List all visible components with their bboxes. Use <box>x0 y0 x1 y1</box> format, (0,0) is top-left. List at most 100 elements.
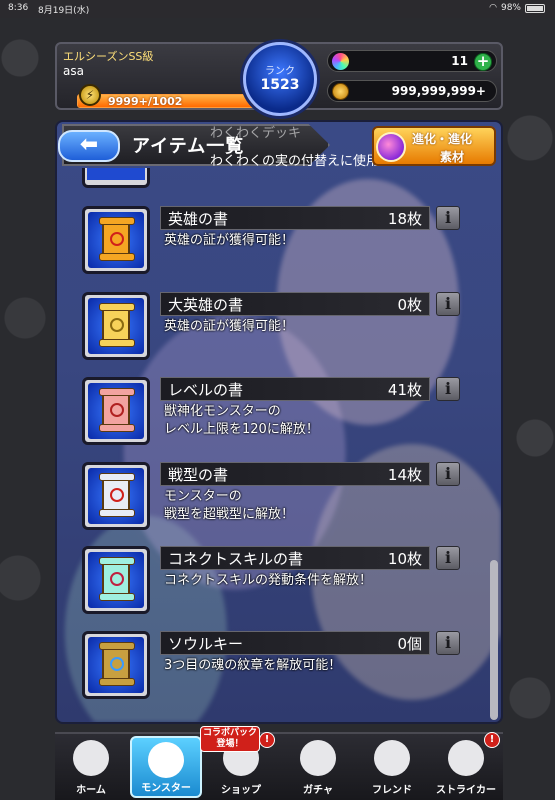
rank-value: 1523 <box>260 77 300 93</box>
orb-icon <box>332 53 349 70</box>
item-description-line: モンスターの <box>164 489 242 504</box>
nav-label: ホーム <box>76 785 106 796</box>
list-scrollbar[interactable] <box>490 560 498 720</box>
notification-badge: ! <box>259 732 275 748</box>
friend-icon <box>374 740 410 776</box>
key-icon <box>99 642 135 686</box>
item-description: 英雄の証が獲得可能！ <box>164 318 294 336</box>
item-info-button[interactable]: i <box>436 631 460 655</box>
item-count: 41枚 <box>387 381 422 399</box>
item-icon-bg <box>88 468 144 524</box>
scroll-emblem <box>110 488 124 502</box>
battery-percent: 98% <box>500 3 521 13</box>
scroll-emblem <box>110 403 124 417</box>
collab-line2: 登場！ <box>216 739 244 749</box>
item-icon-frame[interactable] <box>82 631 150 699</box>
scroll-icon <box>99 217 135 261</box>
item-info-button[interactable]: i <box>436 206 460 230</box>
nav-label: ショップ <box>221 785 261 796</box>
status-time: 8:36 <box>8 3 29 13</box>
nav-label: フレンド <box>372 785 412 796</box>
item-count: 10枚 <box>387 550 422 568</box>
scroll-icon <box>99 473 135 517</box>
item-description-line: 戦型を超戦型に解放！ <box>164 507 295 522</box>
gem-counter: 11 + <box>327 50 497 72</box>
item-icon-frame[interactable] <box>82 292 150 360</box>
home-icon <box>73 740 109 776</box>
item-icon-bg <box>88 552 144 608</box>
item-info-button[interactable]: i <box>436 462 460 486</box>
rank-label: ランク <box>265 66 295 77</box>
item-description-line: レベル上限を120に解放！ <box>164 422 319 437</box>
gold-counter: 999,999,999+ <box>327 80 497 102</box>
item-icon-bg <box>88 637 144 693</box>
item-row[interactable]: 英雄の書 18枚 英雄の証が獲得可能！ i <box>82 206 462 276</box>
stamina-text: 9999+/1002 <box>108 95 183 108</box>
nav-item-gacha[interactable]: ガチャ <box>282 736 354 798</box>
collab-pack-badge[interactable]: コラボパック 登場！ <box>200 726 260 752</box>
item-row[interactable]: ソウルキー 0個 3つ目の魂の紋章を解放可能！ i <box>82 631 462 701</box>
monster-icon <box>148 742 184 778</box>
striker-icon <box>448 740 484 776</box>
item-name: 英雄の書 <box>168 210 229 228</box>
item-icon-frame[interactable] <box>82 377 150 445</box>
item-name: 大英雄の書 <box>168 296 244 314</box>
item-row[interactable]: レベルの書 41枚 獣神化モンスターのレベル上限を120に解放！ i <box>82 377 462 447</box>
evolution-label-line2: 素材 <box>440 150 465 164</box>
rank-badge[interactable]: ランク 1523 <box>243 42 317 116</box>
item-info-button[interactable]: i <box>436 546 460 570</box>
nav-item-home[interactable]: ホーム <box>55 736 127 798</box>
nav-label: モンスター <box>141 783 191 794</box>
item-info-button[interactable]: i <box>436 292 460 316</box>
battery-icon <box>525 3 545 13</box>
item-icon-bg <box>88 212 144 268</box>
item-row[interactable]: 大英雄の書 0枚 英雄の証が獲得可能！ i <box>82 292 462 362</box>
item-description-line: 獣神化モンスターの <box>164 404 281 419</box>
scroll-emblem <box>110 572 124 586</box>
item-description: 獣神化モンスターのレベル上限を120に解放！ <box>164 403 319 439</box>
item-description-line: コネクトスキルの発動条件を解放！ <box>164 573 373 588</box>
player-name: asa <box>63 64 84 78</box>
item-count: 0個 <box>397 635 422 653</box>
gem-value: 11 <box>451 54 468 68</box>
item-name: レベルの書 <box>168 381 244 399</box>
item-row[interactable]: コネクトスキルの書 10枚 コネクトスキルの発動条件を解放！ i <box>82 546 462 616</box>
item-count: 0枚 <box>397 296 422 314</box>
item-description-line: 英雄の証が獲得可能！ <box>164 319 295 334</box>
nav-item-friend[interactable]: フレンド <box>356 736 428 798</box>
item-row[interactable]: 戦型の書 14枚 モンスターの 戦型を超戦型に解放！ i <box>82 462 462 532</box>
item-icon-bg <box>88 383 144 439</box>
partial-item-icon <box>82 168 150 188</box>
item-description: 3つ目の魂の紋章を解放可能！ <box>164 657 341 675</box>
item-icon-frame[interactable] <box>82 206 150 274</box>
item-name: ソウルキー <box>168 635 244 653</box>
add-gems-button[interactable]: + <box>474 53 492 71</box>
gold-value: 999,999,999+ <box>391 84 486 98</box>
item-count: 14枚 <box>387 466 422 484</box>
player-header: エルシーズンSS級 asa 9999+/1002 ⚡ ランク 1523 11 +… <box>55 42 503 116</box>
evolution-materials-button[interactable]: 進化・進化 素材 <box>372 126 496 166</box>
item-name: コネクトスキルの書 <box>168 550 304 568</box>
stamina-bar: 9999+/1002 <box>77 94 265 108</box>
item-icon-frame[interactable] <box>82 462 150 530</box>
nav-item-monster[interactable]: モンスター <box>130 736 202 798</box>
item-info-button[interactable]: i <box>436 377 460 401</box>
scroll-icon <box>99 557 135 601</box>
status-right: ◠ 98% <box>489 3 545 13</box>
item-description-line: 3つ目の魂の紋章を解放可能！ <box>164 658 342 673</box>
scroll-emblem <box>110 657 124 671</box>
item-icon-frame[interactable] <box>82 546 150 614</box>
coin-icon <box>332 83 349 100</box>
status-bar: 8:36 8月19日(水) ◠ 98% <box>0 0 555 18</box>
item-description: コネクトスキルの発動条件を解放！ <box>164 572 372 590</box>
item-count: 18枚 <box>387 210 422 228</box>
stamina-icon: ⚡ <box>79 84 101 106</box>
nav-label: ガチャ <box>303 785 333 796</box>
scroll-emblem <box>110 232 124 246</box>
back-arrow-icon: ⬅ <box>79 132 99 157</box>
nav-item-striker[interactable]: ストライカー! <box>430 732 502 798</box>
gacha-icon <box>300 740 336 776</box>
evolution-orb-icon <box>376 132 406 162</box>
back-button[interactable]: ⬅ <box>58 130 120 162</box>
item-description: モンスターの戦型を超戦型に解放！ <box>164 488 294 524</box>
